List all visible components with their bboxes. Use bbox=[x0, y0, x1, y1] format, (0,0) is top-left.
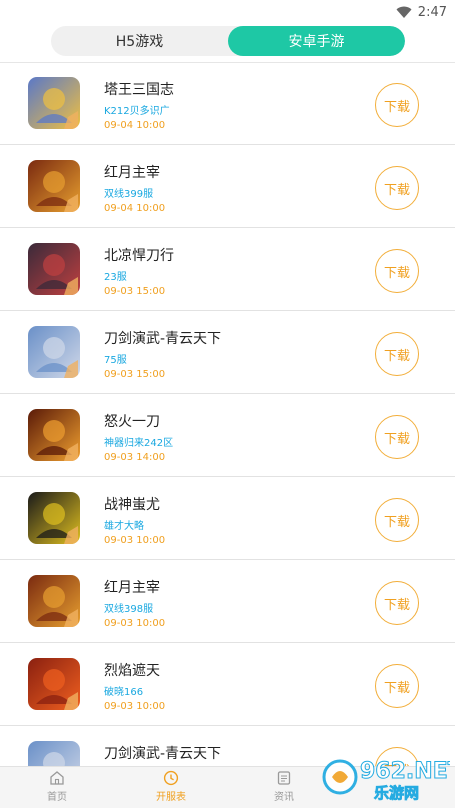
server-name: 23服 bbox=[104, 272, 127, 283]
open-time: 09-04 10:00 bbox=[104, 203, 166, 214]
game-title: 刀剑演武-青云天下 bbox=[104, 746, 222, 762]
open-time: 09-03 14:00 bbox=[104, 452, 166, 463]
zhanshen-icon[interactable] bbox=[28, 492, 80, 544]
open-time: 09-03 10:00 bbox=[104, 701, 166, 712]
game-title: 红月主宰 bbox=[104, 165, 160, 181]
download-button[interactable]: 下载 bbox=[375, 166, 419, 210]
nav-home-label: 首页 bbox=[47, 792, 67, 803]
nav-schedule-label: 开服表 bbox=[156, 792, 186, 803]
download-button[interactable]: 下载 bbox=[375, 415, 419, 459]
open-time: 09-04 10:00 bbox=[104, 120, 166, 131]
open-time: 09-03 10:00 bbox=[104, 535, 166, 546]
open-time: 09-03 15:00 bbox=[104, 286, 166, 297]
game-title: 北凉悍刀行 bbox=[104, 248, 174, 264]
game-title: 烈焰遮天 bbox=[104, 663, 160, 679]
tab-h5-games[interactable]: H5游戏 bbox=[51, 26, 228, 56]
daojian-icon[interactable] bbox=[28, 741, 80, 767]
nav-home[interactable]: 首页 bbox=[17, 770, 97, 808]
download-button[interactable]: 下载 bbox=[375, 332, 419, 376]
game-title: 红月主宰 bbox=[104, 580, 160, 596]
status-bar: 2:47 bbox=[0, 0, 455, 24]
game-row[interactable]: 战神蚩尤雄才大略 09-03 10:00 下载 bbox=[0, 478, 455, 560]
download-button[interactable]: 下载 bbox=[375, 83, 419, 127]
game-row[interactable]: 红月主宰双线399服 09-04 10:00 下载 bbox=[0, 146, 455, 228]
nav-news-label: 资讯 bbox=[274, 792, 294, 803]
open-time: 09-03 15:00 bbox=[104, 369, 166, 380]
server-name: 双线399服 bbox=[104, 189, 154, 200]
lieyan-icon[interactable] bbox=[28, 658, 80, 710]
hongyue-icon[interactable] bbox=[28, 575, 80, 627]
server-name: 神器归来242区 bbox=[104, 438, 174, 449]
game-title: 战神蚩尤 bbox=[104, 497, 160, 513]
download-button[interactable]: 下载 bbox=[375, 249, 419, 293]
game-row[interactable]: 烈焰遮天破晓166 09-03 10:00 下载 bbox=[0, 644, 455, 726]
daojian-icon[interactable] bbox=[28, 326, 80, 378]
beiliang-icon[interactable] bbox=[28, 243, 80, 295]
server-name: K212贝多识广 bbox=[104, 106, 170, 117]
game-row[interactable]: 怒火一刀神器归来242区 09-03 14:00 下载 bbox=[0, 395, 455, 477]
game-title: 刀剑演武-青云天下 bbox=[104, 331, 222, 347]
download-button[interactable]: 下载 bbox=[375, 581, 419, 625]
nuhuo-icon[interactable] bbox=[28, 409, 80, 461]
status-time: 2:47 bbox=[417, 4, 447, 20]
download-button[interactable]: 下载 bbox=[375, 664, 419, 708]
game-row[interactable]: 北凉悍刀行 23服 09-03 15:00 下载 bbox=[0, 229, 455, 311]
tab-bar: H5游戏 安卓手游 bbox=[51, 26, 405, 56]
clock-icon bbox=[163, 770, 179, 786]
download-button[interactable]: 下载 bbox=[375, 747, 419, 767]
home-icon bbox=[50, 771, 64, 785]
wifi-icon bbox=[396, 6, 412, 18]
status-right: 2:47 bbox=[396, 3, 447, 21]
server-name: 雄才大略 bbox=[104, 521, 144, 532]
game-row[interactable]: 塔王三国志 K212贝多识广 09-04 10:00 下载 bbox=[0, 63, 455, 145]
game-list[interactable]: 塔王三国志 K212贝多识广 09-04 10:00 下载 红月主宰 双线399服 09-0… bbox=[0, 62, 455, 767]
nav-news[interactable]: 资讯 bbox=[244, 770, 324, 808]
game-row[interactable]: 红月主宰双线398服 09-03 10:00 下载 bbox=[0, 561, 455, 643]
nav-schedule[interactable]: 开服表 bbox=[131, 770, 211, 808]
game-title: 塔王三国志 bbox=[104, 82, 174, 98]
bottom-nav: 首页 开服表 资讯 bbox=[0, 766, 455, 808]
game-row[interactable]: 刀剑演武-青云天下 下载 bbox=[0, 727, 455, 767]
tab-android-games[interactable]: 安卓手游 bbox=[228, 26, 405, 56]
download-button[interactable]: 下载 bbox=[375, 498, 419, 542]
open-time: 09-03 10:00 bbox=[104, 618, 166, 629]
news-icon bbox=[277, 771, 291, 785]
server-name: 破晓166 bbox=[104, 687, 144, 698]
server-name: 75服 bbox=[104, 355, 127, 366]
game-row[interactable]: 刀剑演武-青云天下 75服 09-03 15:00 下载 bbox=[0, 312, 455, 394]
game-title: 怒火一刀 bbox=[104, 414, 160, 430]
hongyue-icon[interactable] bbox=[28, 160, 80, 212]
tawang-icon[interactable] bbox=[28, 77, 80, 129]
server-name: 双线398服 bbox=[104, 604, 154, 615]
